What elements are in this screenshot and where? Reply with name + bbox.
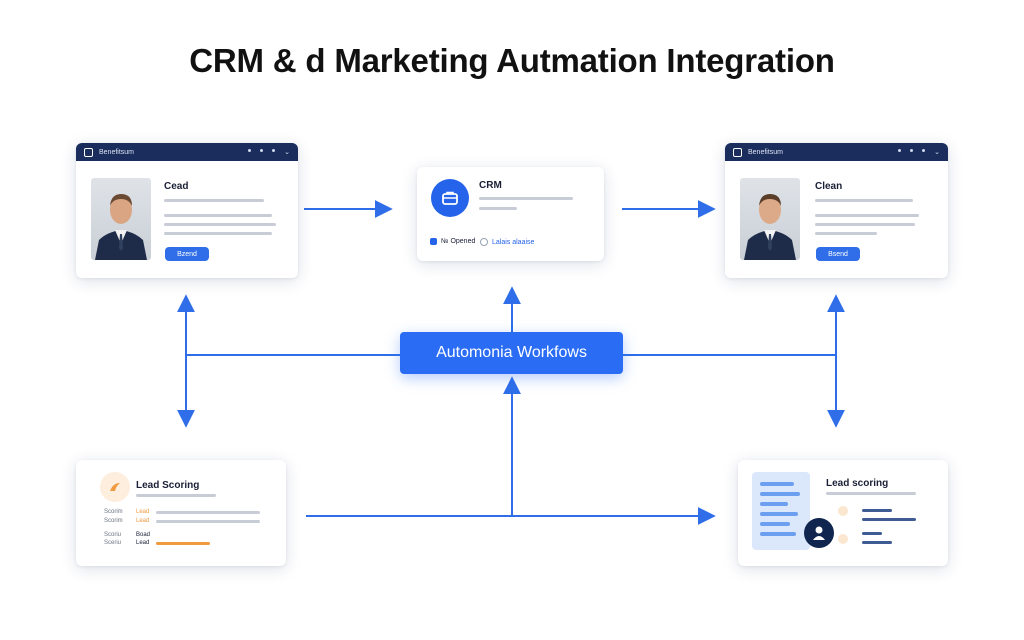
text-line — [862, 541, 892, 544]
flame-icon — [100, 472, 130, 502]
row-label: Scoriu — [104, 532, 122, 538]
text-line — [815, 223, 915, 226]
card-titlebar: Benefitsum ⌄ — [725, 143, 948, 161]
text-line — [156, 511, 260, 514]
send-button[interactable]: Bzend — [165, 247, 209, 261]
menu-dot-icon[interactable] — [910, 148, 914, 152]
titlebar-text: Benefitsum — [99, 148, 135, 156]
text-line — [479, 207, 517, 210]
text-line — [815, 214, 919, 217]
crm-heading: CRM — [479, 180, 502, 191]
menu-dot-icon[interactable] — [922, 148, 926, 152]
profile-photo — [91, 178, 151, 260]
status-square-icon — [430, 238, 437, 245]
text-line — [815, 199, 913, 202]
lead-scoring-heading: Lead scoring — [826, 478, 889, 489]
text-line — [164, 214, 272, 217]
chevron-down-icon[interactable]: ⌄ — [934, 149, 940, 156]
menu-dot-icon[interactable] — [260, 148, 264, 152]
status-item[interactable]: № Opened — [430, 238, 475, 245]
crm-card[interactable]: CRM № Opened Lalais alaaise — [417, 167, 604, 261]
row-label: Scorim — [104, 509, 123, 515]
text-line — [164, 223, 276, 226]
row-label: Sceriu — [104, 540, 122, 546]
briefcase-icon — [431, 179, 469, 217]
decor-dot — [838, 506, 848, 516]
progress-line — [156, 542, 210, 545]
radio-circle-icon — [480, 238, 488, 246]
row-value: Lead — [136, 509, 150, 515]
row-value: Lead — [136, 518, 150, 524]
lead-scoring-heading: Lead Scoring — [136, 480, 200, 491]
text-line — [164, 232, 272, 235]
link-item[interactable]: Lalais alaaise — [480, 238, 534, 246]
text-line — [164, 199, 264, 202]
menu-dot-icon[interactable] — [248, 148, 252, 152]
text-line — [156, 520, 260, 523]
lead-scoring-card-right[interactable]: Lead scoring — [738, 460, 948, 566]
text-line — [136, 494, 216, 497]
chevron-down-icon[interactable]: ⌄ — [284, 149, 290, 156]
row-value: Lead — [136, 540, 150, 546]
app-logo-icon — [733, 147, 742, 157]
profile-card-left[interactable]: Benefitsum ⌄ Cead Bzend — [76, 143, 298, 278]
text-line — [862, 518, 916, 521]
lead-scoring-card-left[interactable]: Lead Scoring Scorim Lead Scorim Lead Sco… — [76, 460, 286, 566]
menu-dot-icon[interactable] — [898, 148, 902, 152]
row-label: Scorim — [104, 518, 123, 524]
text-line — [479, 197, 573, 200]
decor-dot — [838, 534, 848, 544]
text-line — [862, 532, 882, 535]
card-heading: Cead — [164, 181, 189, 192]
automation-workflows-button[interactable]: Automonia Workfows — [400, 332, 623, 374]
profile-card-right[interactable]: Benefitsum ⌄ Clean Bsend — [725, 143, 948, 278]
row-value: Boad — [136, 532, 151, 538]
report-document-icon — [752, 472, 810, 550]
send-button[interactable]: Bsend — [816, 247, 860, 261]
person-icon — [804, 518, 834, 548]
menu-dot-icon[interactable] — [272, 148, 276, 152]
status-label: № Opened — [441, 238, 476, 245]
app-logo-icon — [84, 147, 93, 157]
text-line — [826, 492, 916, 495]
card-titlebar: Benefitsum ⌄ — [76, 143, 298, 161]
card-heading: Clean — [815, 181, 843, 192]
link-label: Lalais alaaise — [492, 238, 535, 246]
text-line — [862, 509, 892, 512]
profile-photo — [740, 178, 800, 260]
titlebar-text: Benefitsum — [748, 148, 784, 156]
text-line — [815, 232, 877, 235]
